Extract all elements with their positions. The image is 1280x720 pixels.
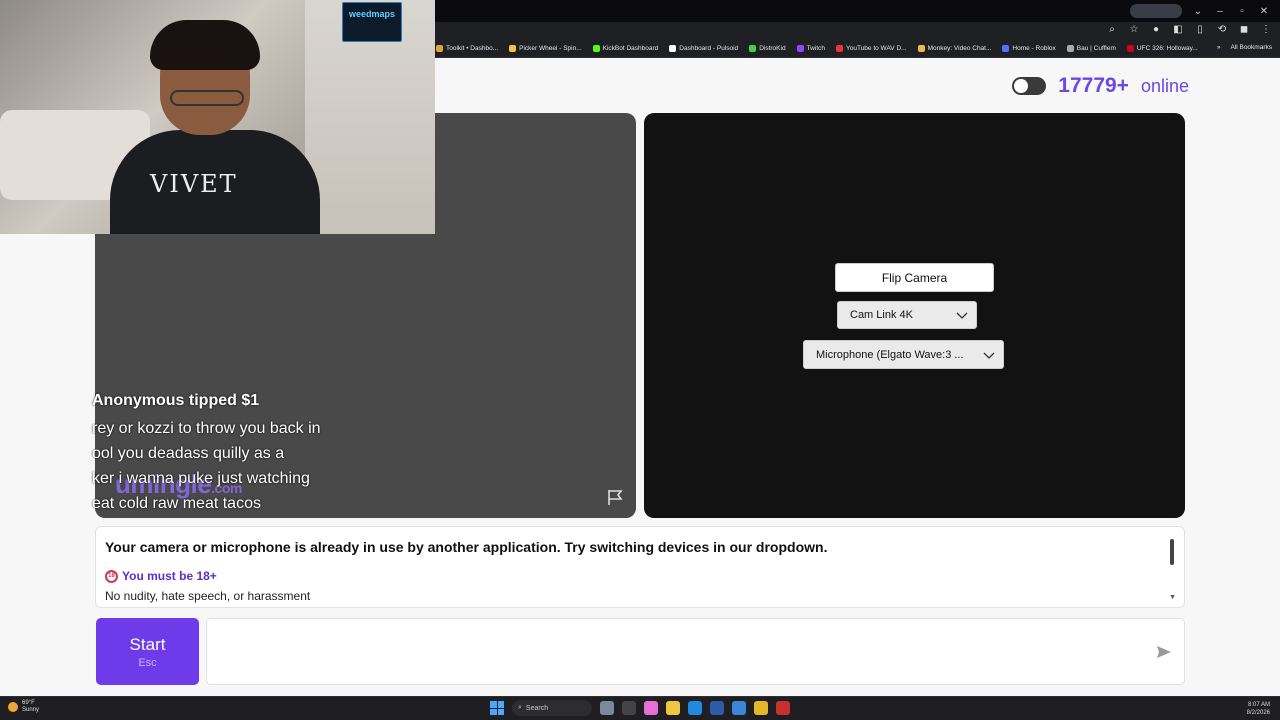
- online-counter: 17779+ online: [1012, 74, 1189, 98]
- app-icon[interactable]: [776, 701, 790, 715]
- neon-sign: weedmaps: [342, 2, 402, 42]
- shirt-text: VIVET: [150, 170, 238, 198]
- chrome-icon[interactable]: [754, 701, 768, 715]
- chevron-down-icon: [956, 312, 968, 319]
- chat-input[interactable]: [206, 618, 1185, 685]
- bookmark-favicon-icon: [592, 45, 600, 52]
- bookmark-item[interactable]: Twitch: [796, 45, 825, 52]
- split-icon[interactable]: ▯: [1194, 24, 1206, 36]
- bookmark-item[interactable]: YouTube to WAV D...: [835, 45, 907, 52]
- bookmark-favicon-icon: [1002, 45, 1010, 52]
- windows-taskbar: 69°F Sunny ⌕ Search 8:07 AM 8/2/2026: [0, 696, 1280, 720]
- scroll-down-icon[interactable]: ▼: [1169, 594, 1176, 601]
- widget-icon[interactable]: [600, 701, 614, 715]
- puzzle-icon[interactable]: ◧: [1172, 24, 1184, 36]
- online-label: online: [1140, 75, 1189, 96]
- tip-title: Anonymous tipped $1: [92, 392, 260, 409]
- camera-select[interactable]: Cam Link 4K: [837, 301, 977, 329]
- notice-scrollbar[interactable]: [1170, 539, 1174, 565]
- bookmark-item[interactable]: Toolkit • Dashbo...: [436, 45, 498, 52]
- bookmark-favicon-icon: [1126, 45, 1134, 52]
- bookmark-favicon-icon: [436, 45, 443, 52]
- sun-icon: [8, 702, 18, 712]
- bookmark-item[interactable]: KickBot Dashboard: [592, 45, 658, 52]
- taskbar-search[interactable]: ⌕ Search: [512, 700, 592, 716]
- bookmark-item[interactable]: Dashboard - Pulsoid: [669, 45, 738, 52]
- online-count: 17779+: [1058, 74, 1129, 97]
- bookmark-item[interactable]: Bau | Cufflem: [1066, 45, 1116, 52]
- more-icon[interactable]: »: [1217, 44, 1221, 51]
- bookmark-item[interactable]: UFC 326: Holloway...: [1126, 45, 1198, 52]
- chevron-down-icon[interactable]: ⌄: [1192, 6, 1204, 17]
- mail-icon[interactable]: [732, 701, 746, 715]
- bookmark-item[interactable]: DistroKid: [749, 45, 786, 52]
- taskbar-clock[interactable]: 8:07 AM 8/2/2026: [1247, 701, 1270, 717]
- profile-icon[interactable]: ◼: [1238, 24, 1250, 36]
- report-flag-icon[interactable]: [606, 488, 624, 506]
- bookmark-item[interactable]: Monkey: Video Chat...: [917, 45, 991, 52]
- store-icon[interactable]: [710, 701, 724, 715]
- device-error-text: Your camera or microphone is already in …: [105, 539, 828, 555]
- send-icon[interactable]: [1156, 644, 1172, 660]
- rules-text: No nudity, hate speech, or harassment: [105, 589, 311, 603]
- start-button[interactable]: Start Esc: [96, 618, 199, 685]
- windows-start-icon[interactable]: [490, 701, 504, 715]
- no-under-18-icon: 18: [105, 569, 118, 583]
- new-tab-pill[interactable]: [1130, 4, 1182, 18]
- bookmark-favicon-icon: [669, 45, 677, 52]
- zoom-icon[interactable]: ⌕: [1106, 24, 1118, 36]
- bookmark-favicon-icon: [835, 45, 843, 52]
- webcam-person: VIVET: [110, 20, 320, 234]
- copilot-icon[interactable]: [644, 701, 658, 715]
- bookmark-favicon-icon: [796, 45, 804, 52]
- bookmark-item[interactable]: Home - Roblox: [1002, 45, 1056, 52]
- edge-icon[interactable]: [688, 701, 702, 715]
- minimize-icon[interactable]: –: [1214, 6, 1226, 17]
- all-bookmarks[interactable]: » All Bookmarks: [1217, 44, 1272, 51]
- menu-icon[interactable]: ⋮: [1260, 24, 1272, 36]
- tip-message: rey or kozzi to throw you back in ool yo…: [92, 420, 321, 512]
- microphone-select[interactable]: Microphone (Elgato Wave:3 ...: [803, 340, 1004, 369]
- bookmark-favicon-icon: [749, 45, 757, 52]
- bookmark-favicon-icon: [917, 45, 925, 52]
- star-icon[interactable]: ☆: [1128, 24, 1140, 36]
- flip-camera-button[interactable]: Flip Camera: [835, 263, 994, 292]
- file-explorer-icon[interactable]: [666, 701, 680, 715]
- task-view-icon[interactable]: [622, 701, 636, 715]
- bookmark-favicon-icon: [1066, 45, 1074, 52]
- notice-box: Your camera or microphone is already in …: [95, 526, 1185, 608]
- sync-icon[interactable]: ⟲: [1216, 24, 1228, 36]
- bookmark-item[interactable]: Picker Wheel - Spin...: [509, 45, 582, 52]
- maximize-icon[interactable]: ▫: [1236, 6, 1248, 17]
- tip-alert: Anonymous tipped $1 rey or kozzi to thro…: [92, 392, 392, 516]
- streamer-webcam-overlay: weedmaps VIVET: [0, 0, 435, 234]
- window-controls: ⌄ – ▫ ✕: [1130, 0, 1280, 22]
- weather-widget[interactable]: 69°F Sunny: [8, 700, 39, 714]
- close-icon[interactable]: ✕: [1258, 6, 1270, 17]
- bookmark-favicon-icon: [509, 45, 517, 52]
- age-requirement: 18 You must be 18+: [105, 569, 1175, 583]
- extension-icon[interactable]: ●: [1150, 24, 1162, 36]
- chevron-down-icon: [983, 352, 995, 359]
- theme-toggle[interactable]: [1012, 77, 1047, 95]
